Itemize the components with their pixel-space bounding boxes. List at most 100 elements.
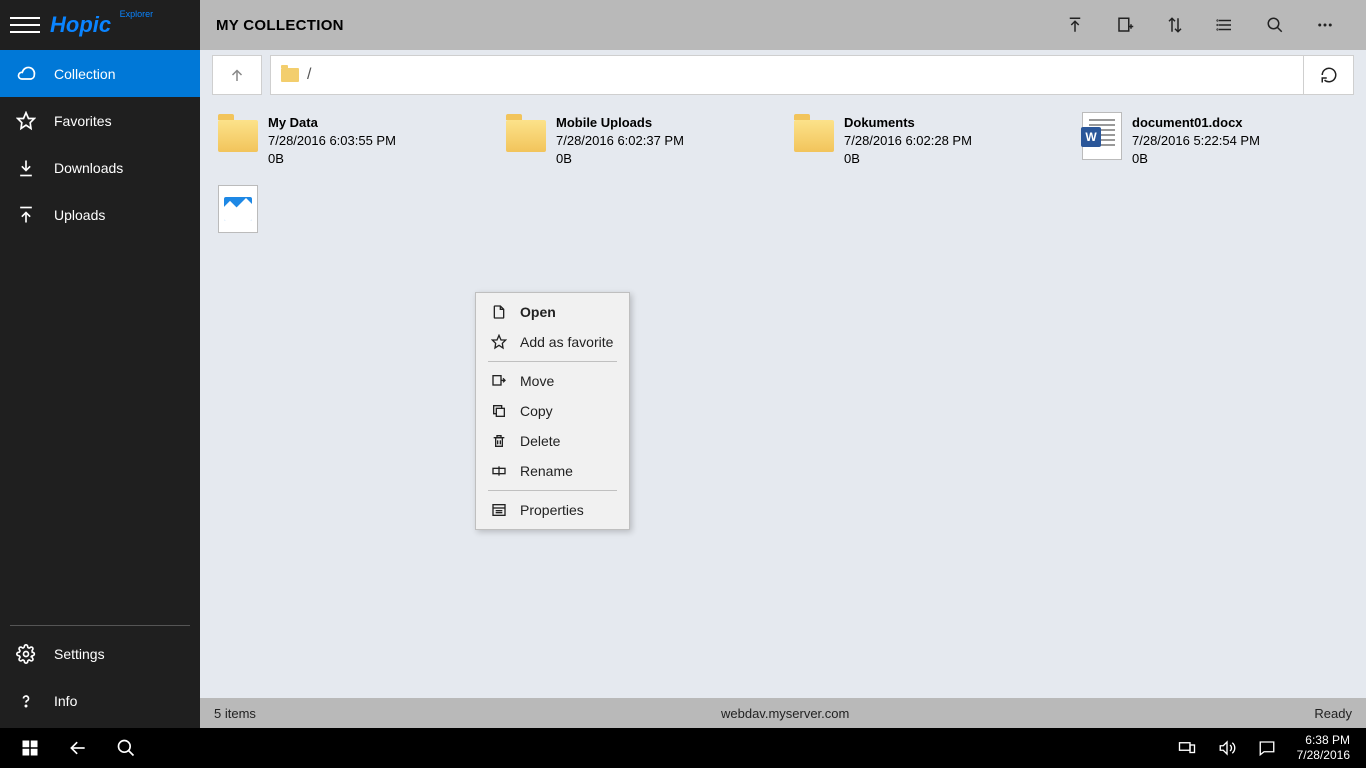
gear-icon bbox=[16, 644, 36, 664]
rename-icon bbox=[490, 462, 508, 480]
upload-icon bbox=[16, 205, 36, 225]
nav: Collection Favorites Downloads Uploads bbox=[0, 50, 200, 621]
item-size: 0B bbox=[556, 150, 684, 168]
sidebar-item-label: Collection bbox=[54, 66, 115, 82]
item-size: 0B bbox=[268, 150, 396, 168]
question-icon bbox=[16, 691, 36, 711]
ctx-label: Properties bbox=[520, 502, 584, 518]
docx-icon: W bbox=[1080, 114, 1124, 158]
start-button[interactable] bbox=[6, 728, 54, 768]
titlebar: MY COLLECTION bbox=[200, 0, 1366, 50]
search-task-button[interactable] bbox=[102, 728, 150, 768]
hamburger-icon[interactable] bbox=[10, 10, 40, 40]
folder-icon bbox=[792, 114, 836, 158]
folder-icon bbox=[216, 114, 260, 158]
sidebar-item-label: Settings bbox=[54, 646, 105, 662]
item-date: 7/28/2016 6:02:37 PM bbox=[556, 132, 684, 150]
item-date: 7/28/2016 5:22:54 PM bbox=[1132, 132, 1260, 150]
sidebar: Hopic Explorer Collection Favorites bbox=[0, 0, 200, 728]
back-button[interactable] bbox=[54, 728, 102, 768]
ctx-separator bbox=[488, 490, 617, 491]
taskbar-date: 7/28/2016 bbox=[1297, 748, 1350, 763]
ctx-add-favorite[interactable]: Add as favorite bbox=[476, 327, 629, 357]
taskbar-clock[interactable]: 6:38 PM 7/28/2016 bbox=[1287, 733, 1360, 763]
ctx-copy[interactable]: Copy bbox=[476, 396, 629, 426]
copy-icon bbox=[490, 402, 508, 420]
sidebar-item-downloads[interactable]: Downloads bbox=[0, 144, 200, 191]
folder-item[interactable]: Mobile Uploads 7/28/2016 6:02:37 PM 0B bbox=[500, 110, 778, 173]
item-size: 0B bbox=[844, 150, 972, 168]
ctx-label: Move bbox=[520, 373, 554, 389]
sidebar-item-label: Uploads bbox=[54, 207, 105, 223]
sidebar-item-favorites[interactable]: Favorites bbox=[0, 97, 200, 144]
trash-icon bbox=[490, 432, 508, 450]
ctx-delete[interactable]: Delete bbox=[476, 426, 629, 456]
taskbar: 6:38 PM 7/28/2016 bbox=[0, 728, 1366, 768]
app-window: Hopic Explorer Collection Favorites bbox=[0, 0, 1366, 728]
file-item[interactable] bbox=[212, 183, 490, 235]
folder-item[interactable]: My Data 7/28/2016 6:03:55 PM 0B bbox=[212, 110, 490, 173]
ctx-label: Add as favorite bbox=[520, 334, 613, 350]
item-name: document01.docx bbox=[1132, 114, 1260, 132]
sort-button[interactable] bbox=[1150, 0, 1200, 50]
item-name: My Data bbox=[268, 114, 396, 132]
status-server: webdav.myserver.com bbox=[256, 706, 1315, 721]
file-item[interactable]: W document01.docx 7/28/2016 5:22:54 PM 0… bbox=[1076, 110, 1354, 173]
ctx-rename[interactable]: Rename bbox=[476, 456, 629, 486]
page-title: MY COLLECTION bbox=[216, 17, 344, 34]
item-name: Dokuments bbox=[844, 114, 972, 132]
folder-mini-icon bbox=[281, 68, 299, 82]
tray-device-icon[interactable] bbox=[1167, 728, 1207, 768]
refresh-button[interactable] bbox=[1304, 55, 1354, 95]
folder-item[interactable]: Dokuments 7/28/2016 6:02:28 PM 0B bbox=[788, 110, 1066, 173]
cloud-icon bbox=[16, 64, 36, 84]
sidebar-item-label: Info bbox=[54, 693, 77, 709]
ctx-properties[interactable]: Properties bbox=[476, 495, 629, 525]
folder-icon bbox=[504, 114, 548, 158]
sidebar-bottom: Settings Info bbox=[0, 630, 200, 728]
sidebar-item-settings[interactable]: Settings bbox=[0, 630, 200, 677]
logo-text: Hopic bbox=[50, 12, 111, 37]
item-name: Mobile Uploads bbox=[556, 114, 684, 132]
ctx-move[interactable]: Move bbox=[476, 366, 629, 396]
sidebar-item-label: Downloads bbox=[54, 160, 123, 176]
sidebar-divider bbox=[10, 625, 190, 626]
item-grid: My Data 7/28/2016 6:03:55 PM 0B Mobile U… bbox=[212, 110, 1354, 235]
file-open-icon bbox=[490, 303, 508, 321]
content-pane: My Data 7/28/2016 6:03:55 PM 0B Mobile U… bbox=[200, 100, 1366, 698]
sidebar-header: Hopic Explorer bbox=[0, 0, 200, 50]
search-button[interactable] bbox=[1250, 0, 1300, 50]
move-icon bbox=[490, 372, 508, 390]
path-crumb: / bbox=[307, 66, 311, 84]
logo-suffix: Explorer bbox=[120, 9, 154, 19]
app-logo: Hopic Explorer bbox=[50, 12, 111, 38]
sidebar-item-uploads[interactable]: Uploads bbox=[0, 191, 200, 238]
status-items-count: 5 items bbox=[214, 706, 256, 721]
item-info: document01.docx 7/28/2016 5:22:54 PM 0B bbox=[1132, 114, 1260, 169]
view-list-button[interactable] bbox=[1200, 0, 1250, 50]
item-date: 7/28/2016 6:03:55 PM bbox=[268, 132, 396, 150]
status-ready: Ready bbox=[1314, 706, 1352, 721]
ctx-separator bbox=[488, 361, 617, 362]
new-item-button[interactable] bbox=[1100, 0, 1150, 50]
status-bar: 5 items webdav.myserver.com Ready bbox=[200, 698, 1366, 728]
ctx-label: Open bbox=[520, 304, 556, 320]
ctx-open[interactable]: Open bbox=[476, 297, 629, 327]
star-outline-icon bbox=[490, 333, 508, 351]
pathbar: / bbox=[200, 50, 1366, 100]
item-info: My Data 7/28/2016 6:03:55 PM 0B bbox=[268, 114, 396, 169]
path-up-button[interactable] bbox=[212, 55, 262, 95]
upload-to-top-button[interactable] bbox=[1050, 0, 1100, 50]
ctx-label: Copy bbox=[520, 403, 553, 419]
tray-volume-icon[interactable] bbox=[1207, 728, 1247, 768]
ctx-label: Delete bbox=[520, 433, 560, 449]
more-button[interactable] bbox=[1300, 0, 1350, 50]
sidebar-item-info[interactable]: Info bbox=[0, 677, 200, 724]
item-info: Mobile Uploads 7/28/2016 6:02:37 PM 0B bbox=[556, 114, 684, 169]
item-info: Dokuments 7/28/2016 6:02:28 PM 0B bbox=[844, 114, 972, 169]
sidebar-item-label: Favorites bbox=[54, 113, 112, 129]
tray-notifications-icon[interactable] bbox=[1247, 728, 1287, 768]
sidebar-item-collection[interactable]: Collection bbox=[0, 50, 200, 97]
taskbar-time: 6:38 PM bbox=[1297, 733, 1350, 748]
path-input[interactable]: / bbox=[270, 55, 1304, 95]
